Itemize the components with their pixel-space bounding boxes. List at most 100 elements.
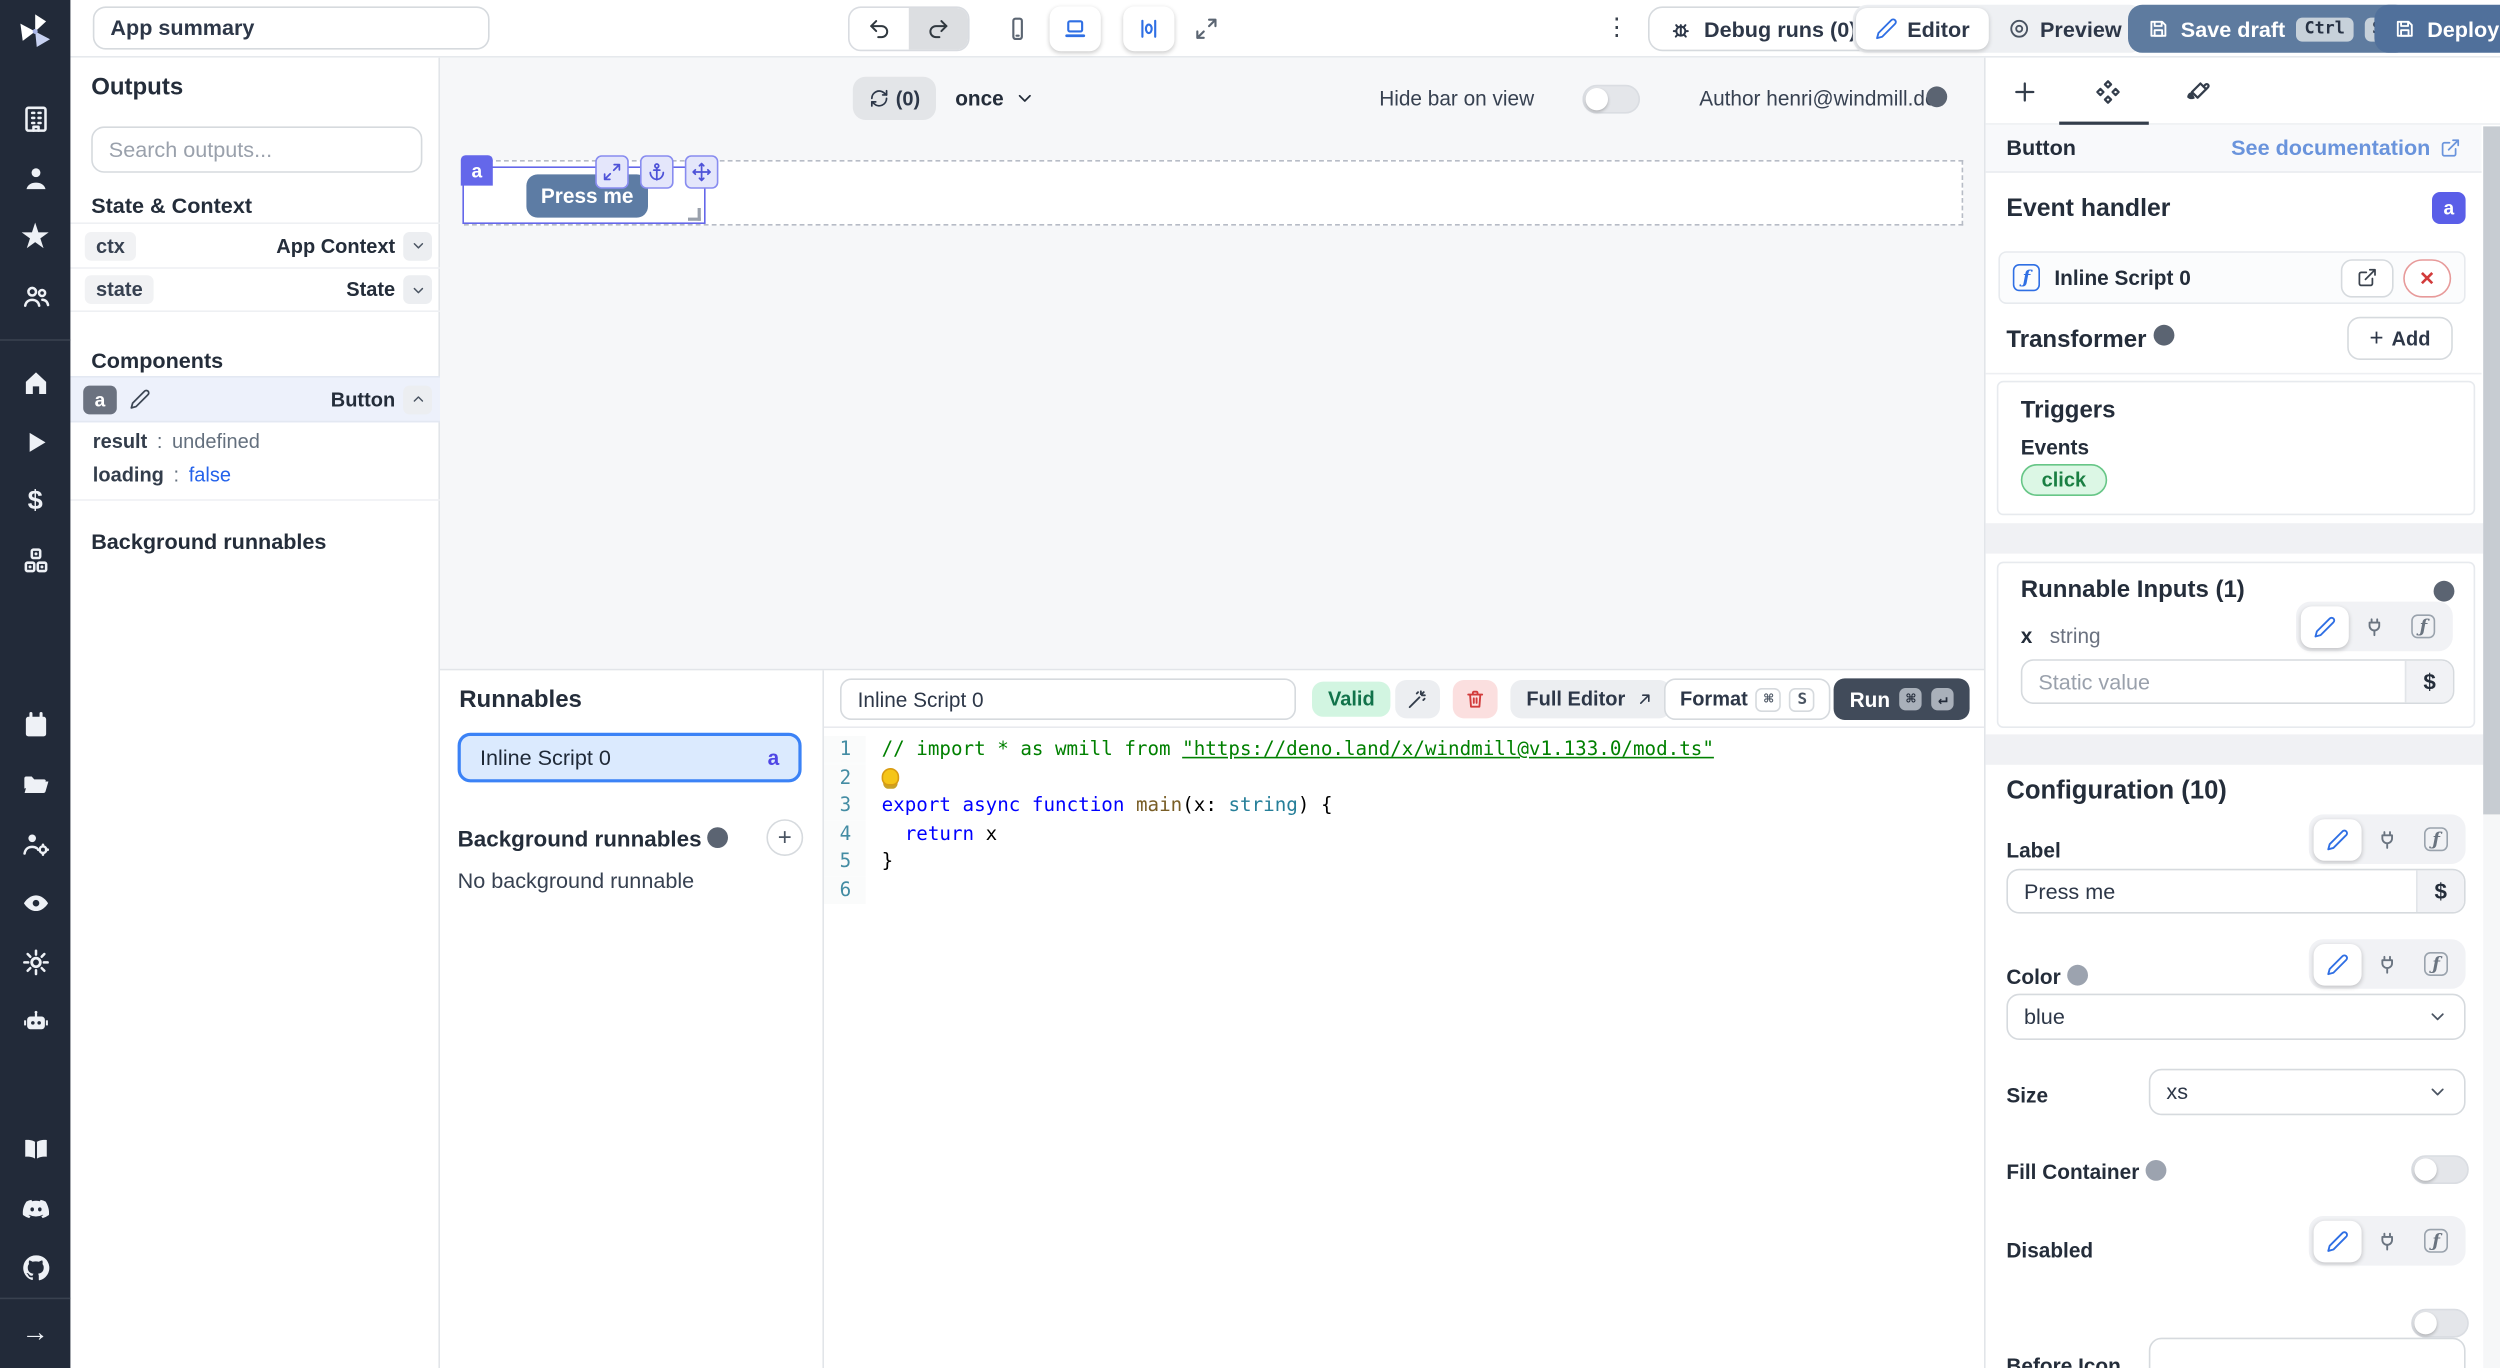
author-info-icon[interactable] bbox=[1926, 86, 1947, 107]
event-handler-component-badge: a bbox=[2432, 192, 2466, 224]
undo-button[interactable] bbox=[850, 8, 909, 50]
desktop-view-button[interactable] bbox=[1050, 6, 1101, 51]
schedule-dropdown[interactable]: once bbox=[955, 77, 1036, 120]
ai-wand-icon[interactable] bbox=[1395, 680, 1440, 718]
input-x-value[interactable] bbox=[2022, 670, 2404, 694]
tab-editor[interactable]: Editor bbox=[1856, 8, 1989, 50]
component-collapse-chevron-icon[interactable] bbox=[403, 385, 432, 414]
tab-preview[interactable]: Preview bbox=[1989, 8, 2141, 50]
add-background-runnable-button[interactable]: + bbox=[766, 819, 803, 856]
event-handler-script-card[interactable]: ƒ Inline Script 0 ✕ bbox=[1998, 251, 2465, 304]
refresh-count-button[interactable]: (0) bbox=[853, 77, 936, 120]
workers-users-settings-icon[interactable] bbox=[0, 815, 70, 874]
size-select[interactable]: xs bbox=[2149, 1069, 2466, 1115]
user-icon[interactable] bbox=[0, 148, 70, 207]
docs-book-icon[interactable] bbox=[0, 1120, 70, 1179]
groups-icon[interactable] bbox=[0, 267, 70, 326]
runs-play-icon[interactable] bbox=[0, 412, 70, 471]
settings-gear-icon[interactable] bbox=[0, 933, 70, 992]
fill-container-info-icon[interactable] bbox=[2145, 1160, 2166, 1181]
eval-function-icon[interactable]: ƒ bbox=[2399, 606, 2447, 648]
tab-settings-component-icon[interactable] bbox=[2088, 72, 2126, 110]
eval-function-icon[interactable]: ƒ bbox=[2412, 1220, 2460, 1262]
workspace-icon[interactable] bbox=[0, 89, 70, 148]
eval-function-icon[interactable]: ƒ bbox=[2412, 818, 2460, 860]
audit-eye-icon[interactable] bbox=[0, 874, 70, 933]
component-type-label: Button bbox=[2006, 136, 2076, 160]
press-me-button[interactable]: Press me bbox=[526, 174, 648, 217]
code-editor-content[interactable]: 1// import * as wmill from "https://deno… bbox=[824, 728, 1984, 1368]
resources-boxes-icon[interactable] bbox=[0, 531, 70, 590]
see-documentation-link[interactable]: See documentation bbox=[2231, 136, 2461, 160]
schedules-calendar-icon[interactable] bbox=[0, 696, 70, 755]
static-pencil-icon[interactable] bbox=[2301, 606, 2349, 648]
connect-plug-icon[interactable] bbox=[2363, 1220, 2411, 1262]
discord-icon[interactable] bbox=[0, 1179, 70, 1238]
redo-button[interactable] bbox=[909, 8, 968, 50]
color-select[interactable]: blue bbox=[2006, 994, 2465, 1040]
debug-runs-button[interactable]: Debug runs (0) bbox=[1648, 6, 1877, 51]
expand-component-icon[interactable] bbox=[595, 155, 629, 189]
runnable-inputs-info-icon[interactable] bbox=[2434, 581, 2455, 602]
tab-insert-plus-icon[interactable] bbox=[2005, 72, 2043, 110]
collapse-sidebar-arrow-icon[interactable]: → bbox=[0, 1303, 70, 1362]
favorites-star-icon[interactable]: ★ bbox=[0, 208, 70, 267]
windmill-logo-icon[interactable] bbox=[14, 11, 56, 52]
app-summary-input[interactable] bbox=[93, 6, 490, 49]
run-button[interactable]: Run ⌘ ↵ bbox=[1834, 678, 1971, 720]
format-button[interactable]: Format ⌘ S bbox=[1664, 678, 1831, 720]
rename-pencil-icon[interactable] bbox=[130, 389, 151, 410]
fill-container-toggle[interactable] bbox=[2411, 1155, 2469, 1184]
state-expand-chevron-icon[interactable] bbox=[403, 275, 432, 304]
resize-handle[interactable] bbox=[688, 208, 701, 221]
static-pencil-icon[interactable] bbox=[2314, 1220, 2362, 1262]
bot-icon[interactable] bbox=[0, 992, 70, 1051]
deploy-button[interactable]: Deploy bbox=[2374, 5, 2500, 53]
disabled-toggle[interactable] bbox=[2411, 1309, 2469, 1338]
connect-plug-icon[interactable] bbox=[2363, 818, 2411, 860]
hide-bar-label: Hide bar on view bbox=[1379, 86, 1534, 110]
topbar: ⋮ Debug runs (0) Editor Preview Save dra… bbox=[70, 0, 2500, 58]
connect-plug-icon[interactable] bbox=[2350, 606, 2398, 648]
static-pencil-icon[interactable] bbox=[2314, 943, 2362, 985]
anchor-component-icon[interactable] bbox=[640, 155, 674, 189]
folders-icon[interactable] bbox=[0, 755, 70, 814]
ctx-expand-chevron-icon[interactable] bbox=[403, 231, 432, 260]
more-options-menu-icon[interactable]: ⋮ bbox=[1605, 13, 1629, 45]
settings-scrollbar[interactable] bbox=[2483, 126, 2500, 1368]
search-outputs-input[interactable] bbox=[91, 126, 422, 172]
transformer-info-icon[interactable] bbox=[2153, 325, 2174, 346]
home-icon[interactable] bbox=[0, 353, 70, 412]
output-row-ctx[interactable]: ctx App Context bbox=[70, 222, 440, 267]
hide-bar-toggle[interactable] bbox=[1582, 85, 1640, 114]
full-editor-button[interactable]: Full Editor bbox=[1510, 680, 1670, 718]
script-name-input[interactable] bbox=[840, 678, 1296, 720]
bg-runnables-info-icon[interactable] bbox=[708, 827, 729, 848]
add-transformer-button[interactable]: + Add bbox=[2347, 317, 2453, 360]
label-template-dollar-button[interactable]: $ bbox=[2416, 870, 2464, 912]
app-canvas[interactable]: (0) once Hide bar on view Author henri@w… bbox=[440, 58, 1984, 671]
github-icon[interactable] bbox=[0, 1238, 70, 1297]
move-component-icon[interactable] bbox=[685, 155, 719, 189]
delete-script-trash-icon[interactable] bbox=[1453, 680, 1498, 718]
component-row-a[interactable]: a Button bbox=[70, 376, 440, 422]
open-script-external-icon[interactable] bbox=[2341, 258, 2394, 296]
output-row-state[interactable]: state State bbox=[70, 267, 440, 312]
tab-theme-brush-icon[interactable] bbox=[2178, 72, 2216, 110]
connect-plug-icon[interactable] bbox=[2363, 943, 2411, 985]
label-config-value[interactable] bbox=[2008, 879, 2416, 903]
mobile-view-button[interactable] bbox=[992, 6, 1043, 51]
input-x-template-dollar-button[interactable]: $ bbox=[2405, 661, 2453, 703]
variables-dollar-icon[interactable]: $ bbox=[0, 472, 70, 531]
fullscreen-button[interactable] bbox=[1181, 6, 1232, 51]
before-icon-select[interactable] bbox=[2149, 1338, 2466, 1368]
pencil-icon bbox=[1875, 18, 1897, 40]
color-info-icon[interactable] bbox=[2067, 965, 2088, 986]
static-pencil-icon[interactable] bbox=[2314, 818, 2362, 860]
runnable-item-inline-script-0[interactable]: Inline Script 0 a bbox=[458, 733, 802, 783]
save-draft-button[interactable]: Save draft Ctrl S bbox=[2128, 5, 2409, 53]
remove-script-x-icon[interactable]: ✕ bbox=[2403, 258, 2451, 296]
eval-function-icon[interactable]: ƒ bbox=[2412, 943, 2460, 985]
center-align-button[interactable] bbox=[1123, 6, 1174, 51]
component-type-header: Button See documentation bbox=[1986, 125, 2482, 173]
